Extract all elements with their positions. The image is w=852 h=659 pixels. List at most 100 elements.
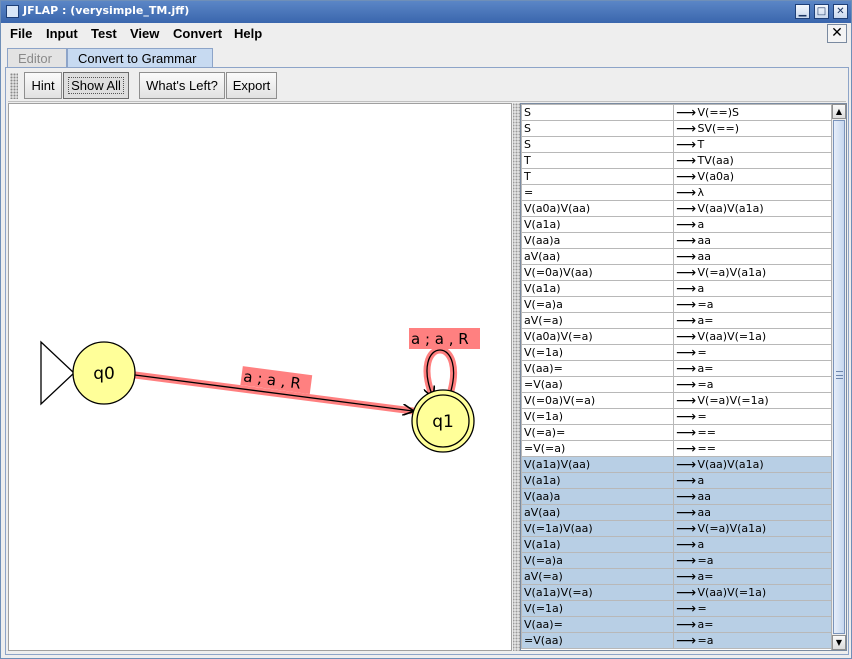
production-rhs[interactable]: =a bbox=[695, 632, 832, 649]
table-row[interactable]: T ⟶ TV(aa) bbox=[521, 152, 832, 169]
hint-button[interactable]: Hint bbox=[24, 72, 62, 99]
production-rhs[interactable]: a= bbox=[695, 616, 832, 633]
production-lhs[interactable]: S bbox=[521, 136, 674, 153]
production-lhs[interactable]: T bbox=[521, 168, 674, 185]
production-lhs[interactable]: V(a1a) bbox=[521, 472, 674, 489]
table-row[interactable]: V(a1a) ⟶ a bbox=[521, 216, 832, 233]
menu-file[interactable]: File bbox=[10, 26, 32, 41]
production-lhs[interactable]: V(aa)a bbox=[521, 232, 674, 249]
table-row[interactable]: V(=0a)V(aa) ⟶ V(=a)V(a1a) bbox=[521, 264, 832, 281]
production-rhs[interactable]: a bbox=[695, 536, 832, 553]
show-all-button[interactable]: Show All bbox=[63, 72, 129, 99]
table-row[interactable]: V(a1a) ⟶ a bbox=[521, 280, 832, 297]
production-rhs[interactable]: a= bbox=[695, 568, 832, 585]
production-lhs[interactable]: V(=1a) bbox=[521, 344, 674, 361]
production-rhs[interactable]: aa bbox=[695, 504, 832, 521]
production-rhs[interactable]: V(aa)V(a1a) bbox=[695, 200, 832, 217]
production-rhs[interactable]: V(a0a) bbox=[695, 168, 832, 185]
menu-test[interactable]: Test bbox=[91, 26, 117, 41]
production-lhs[interactable]: V(aa)= bbox=[521, 616, 674, 633]
production-rhs[interactable]: SV(==) bbox=[695, 120, 832, 137]
table-row[interactable]: V(=a)a ⟶ =a bbox=[521, 296, 832, 313]
production-rhs[interactable]: = bbox=[695, 600, 832, 617]
table-row[interactable]: V(aa)a ⟶ aa bbox=[521, 488, 832, 505]
production-lhs[interactable]: T bbox=[521, 152, 674, 169]
production-lhs[interactable]: aV(=a) bbox=[521, 312, 674, 329]
table-row[interactable]: aV(=a) ⟶ a= bbox=[521, 568, 832, 585]
production-lhs[interactable]: S bbox=[521, 104, 674, 121]
production-rhs[interactable]: V(=a)V(=1a) bbox=[695, 392, 832, 409]
production-lhs[interactable]: =V(=a) bbox=[521, 440, 674, 457]
tab-convert-to-grammar[interactable]: Convert to Grammar bbox=[67, 48, 213, 68]
production-lhs[interactable]: V(a0a)V(=a) bbox=[521, 328, 674, 345]
close-tab-icon[interactable]: ✕ bbox=[827, 24, 847, 43]
table-row[interactable]: V(a0a)V(aa) ⟶ V(aa)V(a1a) bbox=[521, 200, 832, 217]
production-rhs[interactable]: == bbox=[695, 440, 832, 457]
production-lhs[interactable]: V(=1a) bbox=[521, 600, 674, 617]
production-rhs[interactable]: == bbox=[695, 424, 832, 441]
production-lhs[interactable]: = bbox=[521, 184, 674, 201]
table-row[interactable]: =V(=a) ⟶ == bbox=[521, 440, 832, 457]
production-lhs[interactable]: V(aa)= bbox=[521, 360, 674, 377]
production-rhs[interactable]: a bbox=[695, 472, 832, 489]
production-rhs[interactable]: a= bbox=[695, 312, 832, 329]
production-rhs[interactable]: V(=a)V(a1a) bbox=[695, 264, 832, 281]
production-rhs[interactable]: =a bbox=[695, 296, 832, 313]
production-lhs[interactable]: V(=0a)V(=a) bbox=[521, 392, 674, 409]
table-row[interactable]: V(=1a) ⟶ = bbox=[521, 408, 832, 425]
production-lhs[interactable]: S bbox=[521, 120, 674, 137]
table-row[interactable]: V(aa)a ⟶ aa bbox=[521, 232, 832, 249]
production-rhs[interactable]: T bbox=[695, 136, 832, 153]
menu-help[interactable]: Help bbox=[234, 26, 262, 41]
production-lhs[interactable]: V(=a)a bbox=[521, 552, 674, 569]
table-row[interactable]: V(aa)= ⟶ a= bbox=[521, 616, 832, 633]
production-rhs[interactable]: a bbox=[695, 280, 832, 297]
menu-view[interactable]: View bbox=[130, 26, 159, 41]
production-rhs[interactable]: λ bbox=[695, 184, 832, 201]
table-row[interactable]: T ⟶ V(a0a) bbox=[521, 168, 832, 185]
table-row[interactable]: S ⟶ SV(==) bbox=[521, 120, 832, 137]
minimize-button[interactable]: ▁ bbox=[795, 4, 810, 19]
production-lhs[interactable]: V(=1a) bbox=[521, 408, 674, 425]
production-lhs[interactable]: aV(aa) bbox=[521, 504, 674, 521]
production-lhs[interactable]: V(a0a)V(aa) bbox=[521, 200, 674, 217]
table-row[interactable]: V(=a)a ⟶ =a bbox=[521, 552, 832, 569]
table-row[interactable]: V(a1a)V(=a) ⟶ V(aa)V(=1a) bbox=[521, 584, 832, 601]
production-lhs[interactable]: V(=a)= bbox=[521, 424, 674, 441]
table-row[interactable]: =V(aa) ⟶ =a bbox=[521, 632, 832, 649]
production-lhs[interactable]: V(=0a)V(aa) bbox=[521, 264, 674, 281]
production-rhs[interactable]: V(aa)V(=1a) bbox=[695, 328, 832, 345]
production-lhs[interactable]: aV(aa) bbox=[521, 248, 674, 265]
table-row[interactable]: = ⟶ λ bbox=[521, 184, 832, 201]
export-button[interactable]: Export bbox=[226, 72, 277, 99]
production-rhs[interactable]: a= bbox=[695, 360, 832, 377]
production-rhs[interactable]: TV(aa) bbox=[695, 152, 832, 169]
production-lhs[interactable]: =V(aa) bbox=[521, 376, 674, 393]
window-close-button[interactable]: ✕ bbox=[833, 4, 848, 19]
transition-label-q1-q1[interactable]: a ; a , R bbox=[411, 330, 469, 348]
scrollbar-thumb[interactable] bbox=[833, 120, 845, 634]
production-lhs[interactable]: V(a1a) bbox=[521, 280, 674, 297]
production-rhs[interactable]: V(aa)V(=1a) bbox=[695, 584, 832, 601]
menu-convert[interactable]: Convert bbox=[173, 26, 222, 41]
table-row[interactable]: V(a1a)V(aa) ⟶ V(aa)V(a1a) bbox=[521, 456, 832, 473]
production-rhs[interactable]: V(=a)V(a1a) bbox=[695, 520, 832, 537]
production-lhs[interactable]: =V(aa) bbox=[521, 632, 674, 649]
table-row[interactable]: V(=a)= ⟶ == bbox=[521, 424, 832, 441]
production-rhs[interactable]: a bbox=[695, 216, 832, 233]
table-row[interactable]: aV(aa) ⟶ aa bbox=[521, 504, 832, 521]
production-rhs[interactable]: = bbox=[695, 408, 832, 425]
production-lhs[interactable]: V(=a)a bbox=[521, 296, 674, 313]
production-rhs[interactable]: =a bbox=[695, 552, 832, 569]
production-rhs[interactable]: aa bbox=[695, 248, 832, 265]
toolbar-grip[interactable] bbox=[10, 73, 18, 99]
production-lhs[interactable]: V(aa)a bbox=[521, 488, 674, 505]
production-lhs[interactable]: V(a1a)V(aa) bbox=[521, 456, 674, 473]
production-rhs[interactable]: V(aa)V(a1a) bbox=[695, 456, 832, 473]
scroll-up-icon[interactable]: ▲ bbox=[832, 104, 846, 119]
production-rhs[interactable]: aa bbox=[695, 488, 832, 505]
table-row[interactable]: V(a0a)V(=a) ⟶ V(aa)V(=1a) bbox=[521, 328, 832, 345]
production-lhs[interactable]: V(a1a)V(=a) bbox=[521, 584, 674, 601]
production-rhs[interactable]: = bbox=[695, 344, 832, 361]
table-row[interactable]: aV(aa) ⟶ aa bbox=[521, 248, 832, 265]
